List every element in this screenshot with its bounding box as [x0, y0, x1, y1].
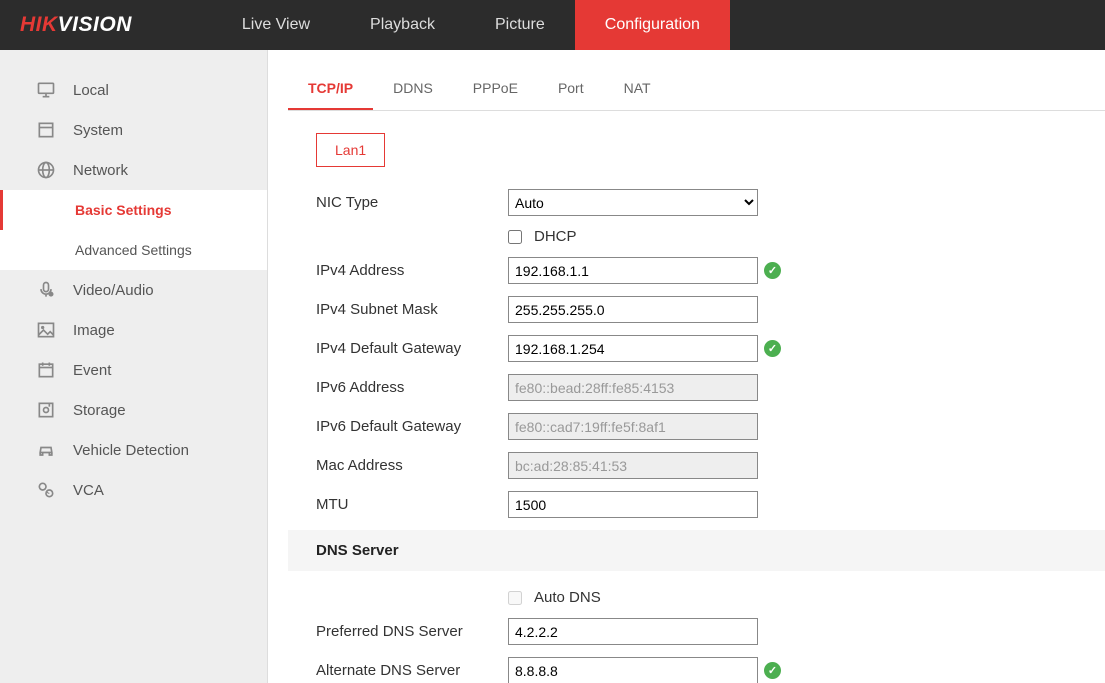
ipv6-gateway-input: [508, 413, 758, 440]
nic-type-label: NIC Type: [316, 194, 508, 211]
form-section: NIC Type Auto DHCP IPv4 Address IPv4 Sub…: [316, 189, 1105, 683]
nic-type-select[interactable]: Auto: [508, 189, 758, 216]
sidebar-item-label: VCA: [73, 482, 104, 499]
sidebar-item-label: Advanced Settings: [75, 242, 192, 258]
image-icon: [35, 319, 57, 341]
logo-vision: VISION: [58, 13, 132, 37]
mic-icon: [35, 279, 57, 301]
ipv6-address-label: IPv6 Address: [316, 379, 508, 396]
box-icon: [35, 119, 57, 141]
preferred-dns-label: Preferred DNS Server: [316, 623, 508, 640]
checkmark-icon: [764, 662, 781, 679]
mac-address-label: Mac Address: [316, 457, 508, 474]
car-icon: [35, 439, 57, 461]
header: HIKVISION Live View Playback Picture Con…: [0, 0, 1105, 50]
content: TCP/IP DDNS PPPoE Port NAT Lan1 NIC Type…: [268, 50, 1105, 683]
ipv4-gateway-label: IPv4 Default Gateway: [316, 340, 508, 357]
mtu-label: MTU: [316, 496, 508, 513]
subtab-port[interactable]: Port: [538, 68, 604, 110]
lan-tab-1[interactable]: Lan1: [316, 133, 385, 167]
sidebar-item-vca[interactable]: VCA: [0, 470, 267, 510]
subtab-ddns[interactable]: DDNS: [373, 68, 453, 110]
preferred-dns-input[interactable]: [508, 618, 758, 645]
tab-playback[interactable]: Playback: [340, 0, 465, 50]
logo: HIKVISION: [0, 13, 162, 37]
lan-tabs: Lan1: [316, 133, 1105, 167]
sidebar-item-image[interactable]: Image: [0, 310, 267, 350]
sidebar-item-basic-settings[interactable]: Basic Settings: [0, 190, 267, 230]
sidebar-item-advanced-settings[interactable]: Advanced Settings: [0, 230, 267, 270]
calendar-icon: [35, 359, 57, 381]
subtab-tcpip[interactable]: TCP/IP: [288, 68, 373, 110]
mtu-input[interactable]: [508, 491, 758, 518]
mac-address-input: [508, 452, 758, 479]
sidebar-item-local[interactable]: Local: [0, 70, 267, 110]
sidebar-item-label: Network: [73, 162, 128, 179]
tab-picture[interactable]: Picture: [465, 0, 575, 50]
main: Local System Network Basic Settings Adva…: [0, 50, 1105, 683]
ipv4-mask-input[interactable]: [508, 296, 758, 323]
sidebar-item-system[interactable]: System: [0, 110, 267, 150]
sub-tabs: TCP/IP DDNS PPPoE Port NAT: [288, 68, 1105, 111]
top-tabs: Live View Playback Picture Configuration: [212, 0, 730, 50]
sidebar-item-network[interactable]: Network: [0, 150, 267, 190]
sidebar-item-label: Event: [73, 362, 111, 379]
checkmark-icon: [764, 340, 781, 357]
auto-dns-label: Auto DNS: [534, 589, 601, 606]
checkmark-icon: [764, 262, 781, 279]
sidebar-item-vehicle-detection[interactable]: Vehicle Detection: [0, 430, 267, 470]
disk-icon: [35, 399, 57, 421]
sidebar-item-label: Vehicle Detection: [73, 442, 189, 459]
dhcp-checkbox[interactable]: [508, 230, 522, 244]
sidebar-item-label: Video/Audio: [73, 282, 154, 299]
sidebar-item-label: Image: [73, 322, 115, 339]
sidebar-item-video-audio[interactable]: Video/Audio: [0, 270, 267, 310]
subtab-nat[interactable]: NAT: [604, 68, 671, 110]
ipv4-mask-label: IPv4 Subnet Mask: [316, 301, 508, 318]
ipv4-address-input[interactable]: [508, 257, 758, 284]
tab-live-view[interactable]: Live View: [212, 0, 340, 50]
tab-configuration[interactable]: Configuration: [575, 0, 730, 50]
alternate-dns-label: Alternate DNS Server: [316, 662, 508, 679]
globe-icon: [35, 159, 57, 181]
ipv6-gateway-label: IPv6 Default Gateway: [316, 418, 508, 435]
logo-hik: HIK: [20, 13, 58, 37]
sidebar-item-label: Basic Settings: [75, 202, 171, 218]
sidebar: Local System Network Basic Settings Adva…: [0, 50, 268, 683]
ipv4-gateway-input[interactable]: [508, 335, 758, 362]
ipv4-address-label: IPv4 Address: [316, 262, 508, 279]
dhcp-label: DHCP: [534, 228, 577, 245]
vca-icon: [35, 479, 57, 501]
ipv6-address-input: [508, 374, 758, 401]
alternate-dns-input[interactable]: [508, 657, 758, 683]
subtab-pppoe[interactable]: PPPoE: [453, 68, 538, 110]
auto-dns-checkbox: [508, 591, 522, 605]
sidebar-item-label: Storage: [73, 402, 126, 419]
sidebar-item-label: System: [73, 122, 123, 139]
dns-server-header: DNS Server: [288, 530, 1105, 571]
sidebar-item-event[interactable]: Event: [0, 350, 267, 390]
sidebar-item-label: Local: [73, 82, 109, 99]
monitor-icon: [35, 79, 57, 101]
sidebar-item-storage[interactable]: Storage: [0, 390, 267, 430]
